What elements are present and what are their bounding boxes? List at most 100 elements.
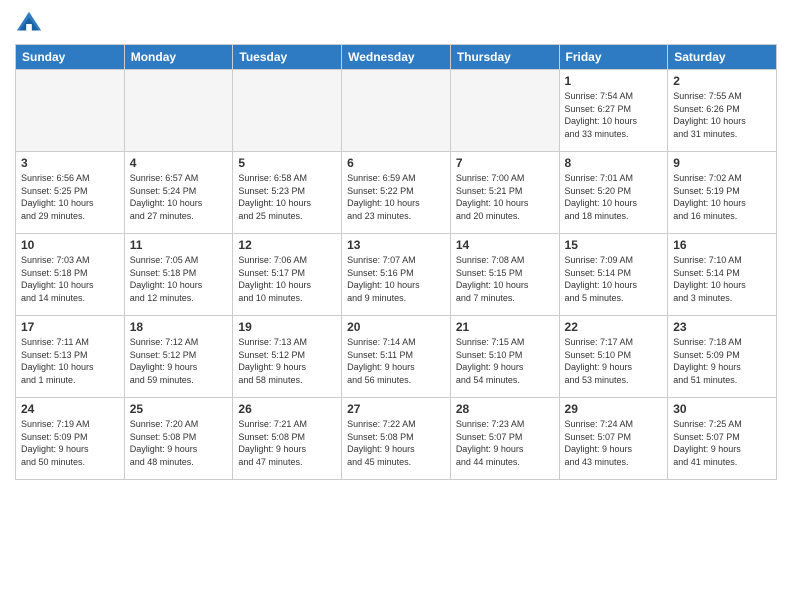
day-number: 28 xyxy=(456,402,554,416)
day-number: 3 xyxy=(21,156,119,170)
calendar-cell: 1 Sunrise: 7:54 AM Sunset: 6:27 PM Daylig… xyxy=(559,70,668,152)
day-info: Sunrise: 7:09 AM Sunset: 5:14 PM Dayligh… xyxy=(565,254,663,304)
calendar-cell: 29Sunrise: 7:24 AM Sunset: 5:07 PM Dayli… xyxy=(559,398,668,480)
calendar-cell: 8Sunrise: 7:01 AM Sunset: 5:20 PM Daylig… xyxy=(559,152,668,234)
day-number: 22 xyxy=(565,320,663,334)
day-info: Sunrise: 7:05 AM Sunset: 5:18 PM Dayligh… xyxy=(130,254,228,304)
logo xyxy=(15,10,47,38)
calendar-cell xyxy=(16,70,125,152)
calendar-cell xyxy=(124,70,233,152)
calendar-cell: 6 Sunrise: 6:59 AM Sunset: 5:22 PM Daylig… xyxy=(342,152,451,234)
day-number: 26 xyxy=(238,402,336,416)
day-number: 27 xyxy=(347,402,445,416)
day-number: 4 xyxy=(130,156,228,170)
day-number: 29 xyxy=(565,402,663,416)
weekday-header-wednesday: Wednesday xyxy=(342,45,451,70)
day-number: 18 xyxy=(130,320,228,334)
day-number: 17 xyxy=(21,320,119,334)
calendar-cell: 9 Sunrise: 7:02 AM Sunset: 5:19 PM Daylig… xyxy=(668,152,777,234)
calendar-cell xyxy=(450,70,559,152)
day-info: Sunrise: 7:20 AM Sunset: 5:08 PM Dayligh… xyxy=(130,418,228,468)
day-info: Sunrise: 7:19 AM Sunset: 5:09 PM Dayligh… xyxy=(21,418,119,468)
day-info: Sunrise: 7:10 AM Sunset: 5:14 PM Dayligh… xyxy=(673,254,771,304)
day-number: 10 xyxy=(21,238,119,252)
day-info: Sunrise: 7:54 AM Sunset: 6:27 PM Dayligh… xyxy=(565,90,663,140)
calendar-cell: 14Sunrise: 7:08 AM Sunset: 5:15 PM Dayli… xyxy=(450,234,559,316)
header xyxy=(15,10,777,38)
calendar-cell: 4 Sunrise: 6:57 AM Sunset: 5:24 PM Daylig… xyxy=(124,152,233,234)
day-info: Sunrise: 6:59 AM Sunset: 5:22 PM Dayligh… xyxy=(347,172,445,222)
calendar-cell: 27 Sunrise: 7:22 AM Sunset: 5:08 PM Dayli… xyxy=(342,398,451,480)
day-info: Sunrise: 7:06 AM Sunset: 5:17 PM Dayligh… xyxy=(238,254,336,304)
day-info: Sunrise: 6:58 AM Sunset: 5:23 PM Dayligh… xyxy=(238,172,336,222)
day-info: Sunrise: 6:56 AM Sunset: 5:25 PM Dayligh… xyxy=(21,172,119,222)
day-number: 8 xyxy=(565,156,663,170)
calendar-cell: 25Sunrise: 7:20 AM Sunset: 5:08 PM Dayli… xyxy=(124,398,233,480)
day-info: Sunrise: 7:25 AM Sunset: 5:07 PM Dayligh… xyxy=(673,418,771,468)
day-info: Sunrise: 7:18 AM Sunset: 5:09 PM Dayligh… xyxy=(673,336,771,386)
day-info: Sunrise: 7:22 AM Sunset: 5:08 PM Dayligh… xyxy=(347,418,445,468)
calendar-table: SundayMondayTuesdayWednesdayThursdayFrid… xyxy=(15,44,777,480)
calendar-cell: 15 Sunrise: 7:09 AM Sunset: 5:14 PM Dayli… xyxy=(559,234,668,316)
day-number: 6 xyxy=(347,156,445,170)
calendar-cell: 26 Sunrise: 7:21 AM Sunset: 5:08 PM Dayli… xyxy=(233,398,342,480)
day-info: Sunrise: 6:57 AM Sunset: 5:24 PM Dayligh… xyxy=(130,172,228,222)
calendar-cell: 30 Sunrise: 7:25 AM Sunset: 5:07 PM Dayli… xyxy=(668,398,777,480)
day-info: Sunrise: 7:03 AM Sunset: 5:18 PM Dayligh… xyxy=(21,254,119,304)
calendar-cell: 22 Sunrise: 7:17 AM Sunset: 5:10 PM Dayli… xyxy=(559,316,668,398)
weekday-header-tuesday: Tuesday xyxy=(233,45,342,70)
day-info: Sunrise: 7:02 AM Sunset: 5:19 PM Dayligh… xyxy=(673,172,771,222)
calendar-cell: 3 Sunrise: 6:56 AM Sunset: 5:25 PM Daylig… xyxy=(16,152,125,234)
day-info: Sunrise: 7:55 AM Sunset: 6:26 PM Dayligh… xyxy=(673,90,771,140)
calendar-cell: 16 Sunrise: 7:10 AM Sunset: 5:14 PM Dayli… xyxy=(668,234,777,316)
calendar-cell xyxy=(233,70,342,152)
day-number: 7 xyxy=(456,156,554,170)
day-number: 12 xyxy=(238,238,336,252)
day-info: Sunrise: 7:21 AM Sunset: 5:08 PM Dayligh… xyxy=(238,418,336,468)
weekday-header-sunday: Sunday xyxy=(16,45,125,70)
day-number: 13 xyxy=(347,238,445,252)
day-number: 20 xyxy=(347,320,445,334)
day-number: 9 xyxy=(673,156,771,170)
weekday-header-row: SundayMondayTuesdayWednesdayThursdayFrid… xyxy=(16,45,777,70)
day-number: 11 xyxy=(130,238,228,252)
calendar-cell: 10 Sunrise: 7:03 AM Sunset: 5:18 PM Dayli… xyxy=(16,234,125,316)
day-info: Sunrise: 7:12 AM Sunset: 5:12 PM Dayligh… xyxy=(130,336,228,386)
calendar-cell: 13Sunrise: 7:07 AM Sunset: 5:16 PM Dayli… xyxy=(342,234,451,316)
day-info: Sunrise: 7:11 AM Sunset: 5:13 PM Dayligh… xyxy=(21,336,119,386)
day-number: 2 xyxy=(673,74,771,88)
logo-icon xyxy=(15,10,43,38)
calendar-cell: 24 Sunrise: 7:19 AM Sunset: 5:09 PM Dayli… xyxy=(16,398,125,480)
day-info: Sunrise: 7:00 AM Sunset: 5:21 PM Dayligh… xyxy=(456,172,554,222)
calendar-cell: 11 Sunrise: 7:05 AM Sunset: 5:18 PM Dayli… xyxy=(124,234,233,316)
day-number: 30 xyxy=(673,402,771,416)
calendar-cell: 20 Sunrise: 7:14 AM Sunset: 5:11 PM Dayli… xyxy=(342,316,451,398)
day-number: 15 xyxy=(565,238,663,252)
weekday-header-saturday: Saturday xyxy=(668,45,777,70)
calendar-cell: 17 Sunrise: 7:11 AM Sunset: 5:13 PM Dayli… xyxy=(16,316,125,398)
weekday-header-thursday: Thursday xyxy=(450,45,559,70)
calendar-cell: 28 Sunrise: 7:23 AM Sunset: 5:07 PM Dayli… xyxy=(450,398,559,480)
day-info: Sunrise: 7:13 AM Sunset: 5:12 PM Dayligh… xyxy=(238,336,336,386)
day-info: Sunrise: 7:23 AM Sunset: 5:07 PM Dayligh… xyxy=(456,418,554,468)
page: SundayMondayTuesdayWednesdayThursdayFrid… xyxy=(0,0,792,490)
calendar-cell: 5Sunrise: 6:58 AM Sunset: 5:23 PM Daylig… xyxy=(233,152,342,234)
day-info: Sunrise: 7:15 AM Sunset: 5:10 PM Dayligh… xyxy=(456,336,554,386)
day-info: Sunrise: 7:14 AM Sunset: 5:11 PM Dayligh… xyxy=(347,336,445,386)
calendar-cell: 2 Sunrise: 7:55 AM Sunset: 6:26 PM Daylig… xyxy=(668,70,777,152)
day-number: 14 xyxy=(456,238,554,252)
calendar-cell: 7 Sunrise: 7:00 AM Sunset: 5:21 PM Daylig… xyxy=(450,152,559,234)
calendar-cell: 21Sunrise: 7:15 AM Sunset: 5:10 PM Dayli… xyxy=(450,316,559,398)
week-row-1: 1 Sunrise: 7:54 AM Sunset: 6:27 PM Daylig… xyxy=(16,70,777,152)
week-row-3: 10 Sunrise: 7:03 AM Sunset: 5:18 PM Dayli… xyxy=(16,234,777,316)
day-number: 16 xyxy=(673,238,771,252)
week-row-2: 3 Sunrise: 6:56 AM Sunset: 5:25 PM Daylig… xyxy=(16,152,777,234)
calendar-cell: 23Sunrise: 7:18 AM Sunset: 5:09 PM Dayli… xyxy=(668,316,777,398)
calendar-cell: 19 Sunrise: 7:13 AM Sunset: 5:12 PM Dayli… xyxy=(233,316,342,398)
day-number: 19 xyxy=(238,320,336,334)
calendar-cell: 12 Sunrise: 7:06 AM Sunset: 5:17 PM Dayli… xyxy=(233,234,342,316)
week-row-4: 17 Sunrise: 7:11 AM Sunset: 5:13 PM Dayli… xyxy=(16,316,777,398)
day-number: 24 xyxy=(21,402,119,416)
day-info: Sunrise: 7:17 AM Sunset: 5:10 PM Dayligh… xyxy=(565,336,663,386)
day-number: 1 xyxy=(565,74,663,88)
